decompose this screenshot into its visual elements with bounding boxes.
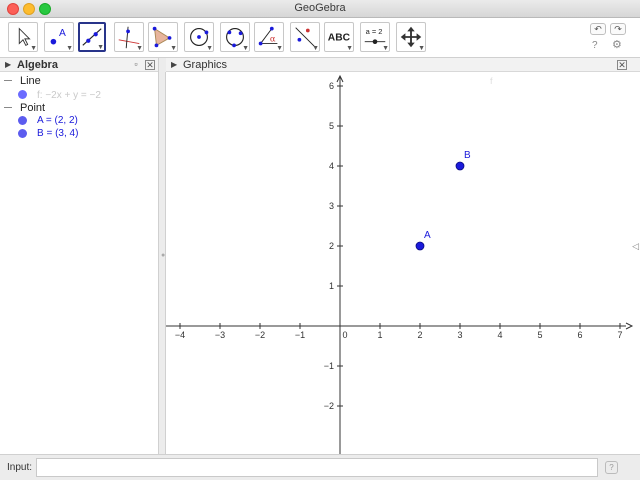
x-tick-label: 6 xyxy=(577,330,582,340)
chevron-down-icon: ▼ xyxy=(170,45,177,52)
window-title: GeoGebra xyxy=(294,2,346,14)
chevron-down-icon: ▼ xyxy=(346,45,353,52)
x-tick-label: 5 xyxy=(537,330,542,340)
x-tick-label: −3 xyxy=(215,330,225,340)
chevron-down-icon: ▼ xyxy=(97,44,104,51)
angle-tool[interactable]: α ▼ xyxy=(254,22,284,52)
graphics-title: Graphics xyxy=(183,59,228,71)
text-tool-label: ABC xyxy=(328,33,351,44)
title-bar: GeoGebra xyxy=(0,0,640,18)
angle-tool-label: α xyxy=(270,34,276,44)
point-a-definition[interactable]: A = (2, 2) xyxy=(37,115,78,126)
x-tick-label: 4 xyxy=(497,330,502,340)
move-tool[interactable]: ▼ xyxy=(8,22,38,52)
x-tick-label: −1 xyxy=(295,330,305,340)
close-graphics-button[interactable]: ✕ xyxy=(617,60,627,70)
point-a xyxy=(415,241,425,251)
input-label: Input: xyxy=(7,462,33,473)
toolbar: ▼ A ▼ ▼ ▼ ▼ ▼ ▼ α ▼ ▼ ABC ▼ a = 2 ▼ ▼ ↶ … xyxy=(0,18,640,58)
circle-center-point-tool[interactable]: ▼ xyxy=(184,22,214,52)
algebra-title: Algebra xyxy=(17,59,58,71)
chevron-down-icon: ▼ xyxy=(30,45,37,52)
chevron-down-icon: ▼ xyxy=(206,45,213,52)
point-label-b: B xyxy=(464,150,471,161)
y-tick-label: 4 xyxy=(329,161,334,171)
x-tick-label: −4 xyxy=(175,330,185,340)
algebra-view: ▶ Algebra ▫ ✕ Line f: −2x + y = −2 Point… xyxy=(0,58,159,454)
reflect-tool[interactable]: ▼ xyxy=(290,22,320,52)
graphics-canvas[interactable]: −4 −3 −2 −1 0 1 2 3 4 5 6 7 6 5 4 3 2 1 −1 −2 f A B xyxy=(166,72,640,454)
x-axis-arrow-icon xyxy=(625,322,634,330)
y-tick-label: −1 xyxy=(324,361,334,371)
point-tool[interactable]: A ▼ xyxy=(44,22,74,52)
splitter-grip-icon: ● xyxy=(161,252,166,259)
line-f-equation[interactable]: f: −2x + y = −2 xyxy=(37,90,101,101)
slider-tool[interactable]: a = 2 ▼ xyxy=(360,22,390,52)
y-tick-label: 3 xyxy=(329,201,334,211)
x-tick-label: 1 xyxy=(377,330,382,340)
line-tool[interactable]: ▼ xyxy=(78,22,106,52)
x-tick-label: −2 xyxy=(255,330,265,340)
point-b xyxy=(455,161,465,171)
text-tool[interactable]: ABC ▼ xyxy=(324,22,354,52)
x-tick-label: 7 xyxy=(617,330,622,340)
sidebar-handle-icon[interactable]: ◁ xyxy=(632,241,639,252)
chevron-down-icon: ▼ xyxy=(418,45,425,52)
object-visibility-toggle[interactable] xyxy=(18,90,27,99)
x-tick-label: 2 xyxy=(417,330,422,340)
chevron-down-icon: ▼ xyxy=(312,45,319,52)
gear-icon[interactable]: ⚙ xyxy=(612,38,622,51)
line-f-label: f xyxy=(490,76,493,86)
slider-tool-label: a = 2 xyxy=(366,27,383,36)
input-bar: Input: ? xyxy=(0,454,640,480)
chevron-down-icon: ▼ xyxy=(242,45,249,52)
y-tick-label: 5 xyxy=(329,121,334,131)
triangle-right-icon[interactable]: ▶ xyxy=(171,60,177,69)
triangle-right-icon[interactable]: ▶ xyxy=(5,60,11,69)
x-tick-label: 3 xyxy=(457,330,462,340)
help-icon[interactable]: ? xyxy=(592,40,598,51)
y-tick-label: 1 xyxy=(329,281,334,291)
point-label-a: A xyxy=(424,230,431,241)
collapse-line-icon[interactable] xyxy=(4,80,12,81)
graphics-view[interactable]: ▶ Graphics ✕ −4 −3 −2 −1 0 1 2 3 4 5 6 7 6 5 4 3 2 1 −1 −2 f… xyxy=(166,58,640,454)
undo-button[interactable]: ↶ xyxy=(590,23,606,35)
input-field[interactable] xyxy=(36,458,598,477)
x-tick-label: 0 xyxy=(342,330,347,340)
polygon-tool[interactable]: ▼ xyxy=(148,22,178,52)
chevron-down-icon: ▼ xyxy=(382,45,389,52)
group-line-label: Line xyxy=(20,75,41,87)
undock-icon[interactable]: ▫ xyxy=(131,60,141,70)
view-splitter[interactable]: ● xyxy=(159,72,166,454)
y-tick-label: 2 xyxy=(329,241,334,251)
collapse-point-icon[interactable] xyxy=(4,107,12,108)
group-point-label: Point xyxy=(20,102,46,114)
chevron-down-icon: ▼ xyxy=(136,45,143,52)
input-help-icon[interactable]: ? xyxy=(605,461,618,474)
object-visibility-toggle[interactable] xyxy=(18,116,27,125)
y-tick-label: 6 xyxy=(329,81,334,91)
object-visibility-toggle[interactable] xyxy=(18,129,27,138)
circle-three-points-tool[interactable]: ▼ xyxy=(220,22,250,52)
point-b-definition[interactable]: B = (3, 4) xyxy=(37,128,78,139)
chevron-down-icon: ▼ xyxy=(276,45,283,52)
move-graphics-view-tool[interactable]: ▼ xyxy=(396,22,426,52)
point-tool-label: A xyxy=(59,28,66,39)
redo-button[interactable]: ↷ xyxy=(610,23,626,35)
y-tick-label: −2 xyxy=(324,401,334,411)
close-algebra-button[interactable]: ✕ xyxy=(145,60,155,70)
chevron-down-icon: ▼ xyxy=(66,45,73,52)
perpendicular-line-tool[interactable]: ▼ xyxy=(114,22,144,52)
algebra-header: ▶ Algebra ▫ ✕ xyxy=(0,58,158,72)
graphics-header: ▶ Graphics ✕ xyxy=(166,58,640,72)
